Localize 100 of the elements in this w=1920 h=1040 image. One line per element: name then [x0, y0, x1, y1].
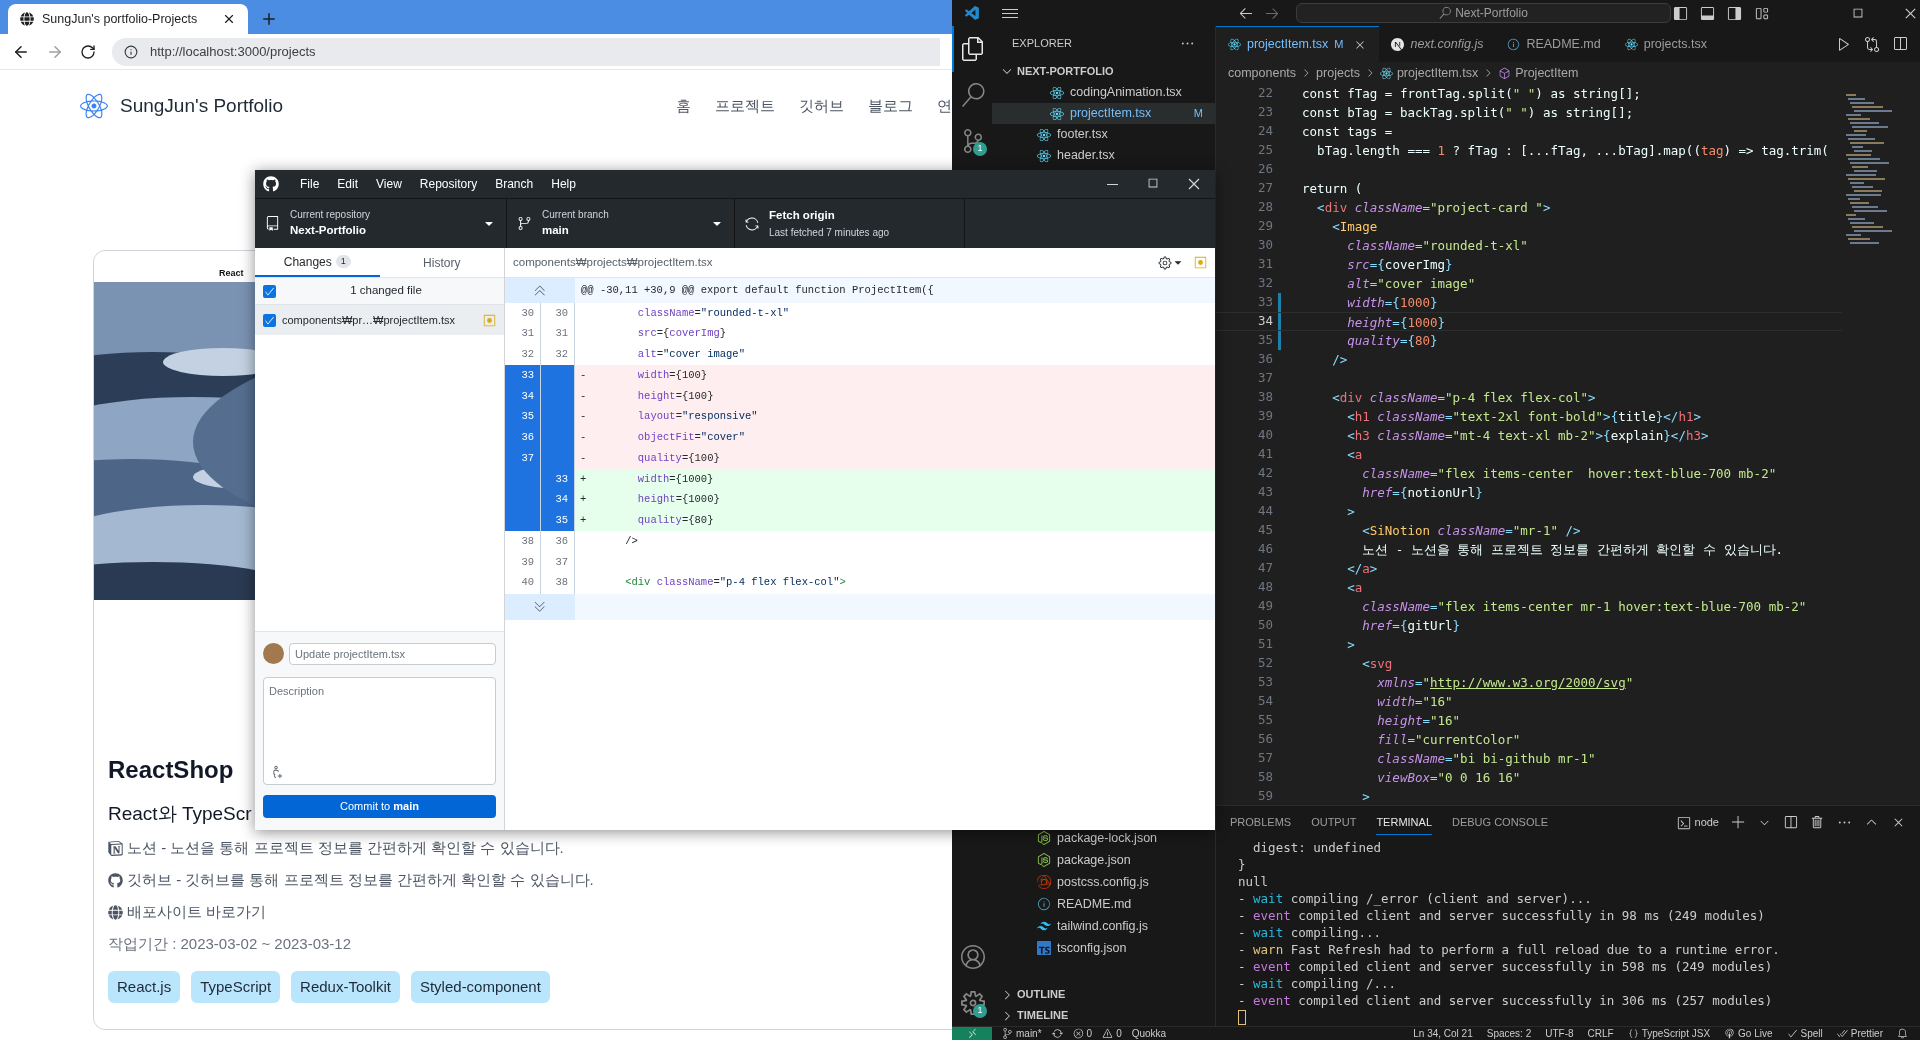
expand-down-icon[interactable]	[534, 600, 546, 613]
source-control-icon[interactable]	[961, 129, 985, 153]
status-item[interactable]	[1051, 1028, 1063, 1039]
explorer-entry[interactable]: postcss.config.js	[992, 871, 1215, 893]
breadcrumb-item[interactable]: projectItem.tsx	[1379, 63, 1479, 83]
status-item[interactable]: Prettier	[1836, 1026, 1883, 1040]
status-item[interactable]: Quokka	[1131, 1026, 1167, 1040]
command-search[interactable]: Next-Portfolio	[1296, 3, 1671, 23]
checkbox[interactable]	[263, 284, 276, 298]
description-field[interactable]: Description	[263, 677, 496, 785]
status-item[interactable]: 0	[1072, 1026, 1093, 1040]
changes-tab[interactable]: History	[379, 248, 504, 277]
explorer-entry[interactable]: codingAnimation.tsx	[992, 82, 1215, 103]
trash-icon[interactable]	[1810, 815, 1825, 830]
project-link[interactable]: 배포사이트 바로가기	[108, 896, 267, 928]
new-tab-icon[interactable]	[260, 10, 278, 28]
diff-gutter[interactable]: 34	[505, 386, 575, 407]
panel-tab[interactable]: OUTPUT	[1311, 810, 1357, 835]
explorer-entry[interactable]: projectItem.tsx M	[992, 103, 1215, 124]
project-link[interactable]: 노션 - 노션을 통해 프로젝트 정보를 간편하게 확인할 수 있습니다.	[108, 832, 564, 864]
project-link[interactable]: 깃허브 - 깃허브를 통해 프로젝트 정보를 간편하게 확인할 수 있습니다.	[108, 864, 594, 896]
status-item[interactable]	[1897, 1028, 1908, 1039]
add-icon[interactable]	[1731, 815, 1746, 830]
nav-link[interactable]: 홈	[676, 94, 691, 118]
breadcrumb-item[interactable]: projects	[1316, 63, 1360, 83]
diff-gutter[interactable]: 35	[505, 406, 575, 428]
menu-item[interactable]: Repository	[410, 175, 487, 193]
line-number: 54	[1257, 692, 1273, 711]
files-icon[interactable]	[961, 37, 985, 61]
nav-link[interactable]: 블로그	[868, 94, 913, 118]
nav-link[interactable]: 깃허브	[799, 94, 844, 118]
explorer-entry[interactable]: package-lock.json	[992, 827, 1215, 849]
breadcrumb-item[interactable]: ProjectItem	[1498, 63, 1579, 83]
layout-icon[interactable]	[1754, 5, 1769, 21]
menu-item[interactable]: Branch	[486, 175, 543, 193]
fetch-button[interactable]: Fetch origin Last fetched 7 minutes ago	[735, 199, 965, 248]
status-item[interactable]: 0	[1102, 1026, 1122, 1040]
changed-file-row[interactable]: components₩pr…₩projectItem.tsx	[255, 305, 504, 335]
explorer-entry[interactable]: tailwind.config.js	[992, 915, 1215, 937]
browser-tab[interactable]: SungJun's portfolio-Projects	[8, 4, 248, 34]
maximize-icon[interactable]	[1146, 176, 1160, 190]
explorer-entry[interactable]: package.json	[992, 849, 1215, 871]
status-item[interactable]: Spaces: 2	[1486, 1026, 1532, 1040]
terminal-selector[interactable]: node	[1676, 814, 1719, 831]
sidebar-toggle-icon[interactable]	[1673, 5, 1688, 21]
explorer-entry[interactable]: tsconfig.json	[992, 937, 1215, 959]
editor-tab[interactable]: README.md	[1495, 26, 1613, 62]
status-item[interactable]: CRLF	[1587, 1026, 1614, 1040]
panel-tab[interactable]: TERMINAL	[1376, 810, 1432, 835]
split-editor-icon[interactable]	[1892, 36, 1908, 52]
status-item[interactable]: Spell	[1786, 1026, 1823, 1040]
editor-tab[interactable]: projectItem.tsx M	[1216, 26, 1380, 62]
summary-field[interactable]: Update projectItem.tsx	[289, 642, 496, 665]
diff-gutter[interactable]: 33	[505, 469, 575, 490]
repository-selector[interactable]: Current repository Next-Portfolio	[255, 199, 507, 248]
close-icon[interactable]	[1186, 176, 1202, 192]
diff-gutter[interactable]: 37	[505, 448, 575, 469]
terminal-icon	[1676, 815, 1691, 830]
editor-tab[interactable]: projects.tsx	[1612, 26, 1719, 62]
editor-tab[interactable]: next.config.js	[1379, 26, 1496, 62]
diff-gutter[interactable]: 34	[505, 489, 575, 511]
split-icon[interactable]	[1783, 815, 1798, 830]
panel-toggle-icon[interactable]	[1700, 5, 1715, 21]
run-icon[interactable]	[1836, 36, 1852, 52]
nav-link[interactable]: 프로젝트	[715, 94, 775, 118]
explorer-entry[interactable]: header.tsx	[992, 145, 1215, 166]
search-icon[interactable]	[961, 83, 985, 107]
status-item[interactable]: main*	[1002, 1026, 1042, 1040]
menu-item[interactable]: Help	[542, 175, 585, 193]
close-icon[interactable]	[222, 12, 236, 26]
diff-gutter[interactable]: 36	[505, 427, 575, 449]
menu-item[interactable]: File	[291, 175, 329, 193]
maximize-icon[interactable]	[1851, 6, 1865, 20]
diff-gutter[interactable]: 35	[505, 510, 575, 532]
section-header[interactable]: TIMELINE	[992, 1005, 1215, 1026]
nav-link[interactable]: 연	[937, 94, 952, 118]
account-icon[interactable]	[961, 945, 985, 969]
sidebar-toggle-icon[interactable]	[1727, 5, 1742, 21]
status-item[interactable]: UTF-8	[1545, 1026, 1574, 1040]
status-item[interactable]: Go Live	[1724, 1026, 1773, 1040]
panel-tab[interactable]: DEBUG CONSOLE	[1452, 810, 1548, 835]
checkbox[interactable]	[263, 313, 276, 327]
status-item[interactable]: TypeScript JSX	[1627, 1026, 1711, 1040]
address-bar[interactable]: http://localhost:3000/projects	[112, 37, 940, 66]
reload-icon[interactable]	[80, 43, 96, 60]
expand-up-icon[interactable]	[534, 284, 546, 297]
panel-tab[interactable]: PROBLEMS	[1230, 810, 1292, 835]
diff-gutter[interactable]: 33	[505, 365, 575, 386]
branch-selector[interactable]: Current branch main	[507, 199, 735, 248]
explorer-entry[interactable]: README.md	[992, 893, 1215, 915]
compare-icon[interactable]	[1864, 36, 1880, 52]
folder-item[interactable]: NEXT-PORTFOLIO	[992, 60, 1215, 82]
menu-item[interactable]: Edit	[328, 175, 368, 193]
section-header[interactable]: OUTLINE	[992, 984, 1215, 1005]
breadcrumb-item[interactable]: components	[1228, 63, 1297, 83]
commit-button[interactable]: Commit to main	[263, 795, 496, 818]
menu-item[interactable]: View	[367, 175, 411, 193]
status-item[interactable]: Ln 34, Col 21	[1413, 1026, 1473, 1040]
explorer-entry[interactable]: footer.tsx	[992, 124, 1215, 145]
settings-icon[interactable]	[1158, 255, 1172, 270]
